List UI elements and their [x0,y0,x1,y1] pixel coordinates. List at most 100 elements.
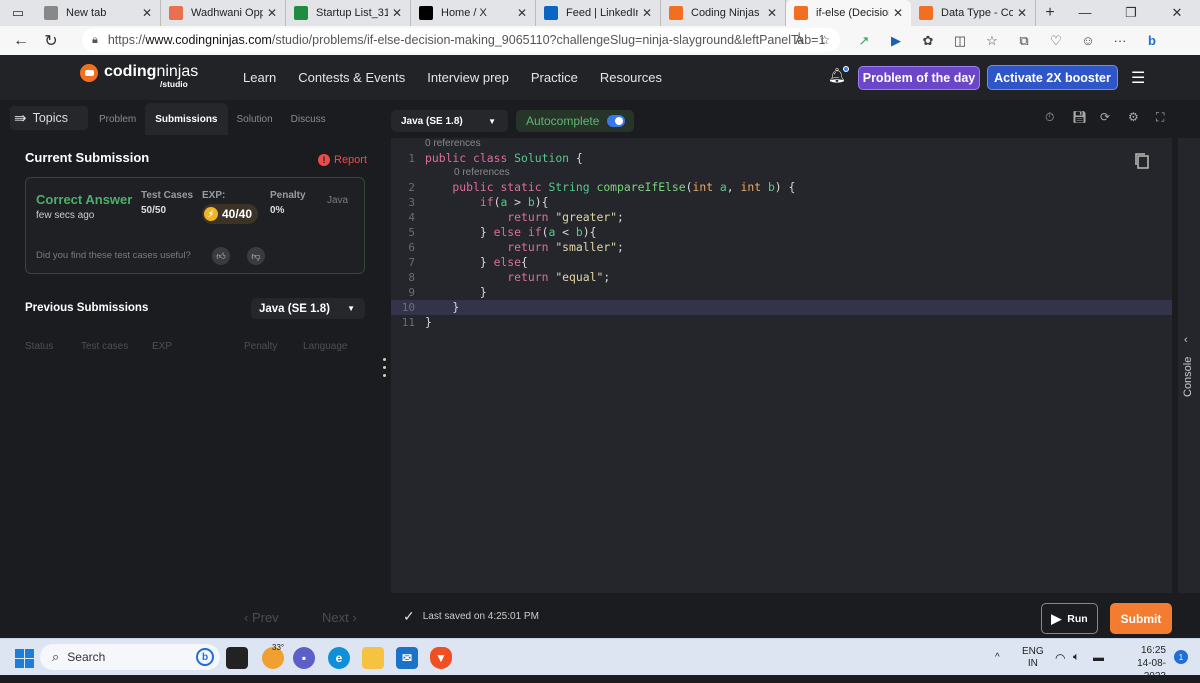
code-line[interactable]: 4 return "greater"; [391,210,1172,225]
toggle-switch[interactable] [607,115,625,127]
refresh-button[interactable]: ↻ [36,31,66,51]
run-button[interactable]: ▶ Run [1041,603,1098,634]
browser-tab[interactable]: Data Type - Codin ✕ [911,0,1036,26]
code-line[interactable]: 2 public static String compareIfElse(int… [391,180,1172,195]
timer-icon[interactable]: ⏱︎ [1045,110,1054,126]
favorites-icon[interactable]: ☆ [976,33,1008,49]
brave-browser-icon[interactable]: ▼ [430,647,452,669]
notification-bell-icon[interactable]: 🔔︎ [828,66,849,84]
close-tab-icon[interactable]: ✕ [767,6,777,20]
close-tab-icon[interactable]: ✕ [142,6,152,20]
browser-tab[interactable]: Coding Ninjas Stu ✕ [661,0,786,26]
code-lens-references[interactable]: 0 references [454,167,510,178]
panel-resize-handle[interactable] [383,358,387,382]
bing-icon[interactable]: b [196,648,214,666]
nav-link-practice[interactable]: Practice [531,70,578,85]
thumbs-up-button[interactable]: 👍︎ [212,247,230,265]
close-tab-icon[interactable]: ✕ [1017,6,1027,20]
nav-link-interview-prep[interactable]: Interview prep [427,70,509,85]
new-tab-button[interactable]: + [1036,4,1064,22]
close-tab-icon[interactable]: ✕ [517,6,527,20]
code-line[interactable]: 10 } [391,300,1172,315]
close-window-button[interactable]: ✕ [1154,0,1200,26]
minimize-button[interactable]: — [1062,0,1108,26]
volume-icon[interactable]: 🔈︎ [1073,639,1080,676]
autocomplete-toggle[interactable]: Autocomplete [516,110,634,132]
notification-badge[interactable]: 1 [1174,650,1188,664]
nav-link-resources[interactable]: Resources [600,70,662,85]
browser-tab[interactable]: Feed | LinkedIn ✕ [536,0,661,26]
code-line[interactable]: 11} [391,315,1172,330]
report-button[interactable]: ! Report [318,154,367,166]
copy-icon[interactable] [1134,152,1150,170]
editor-language-select[interactable]: Java (SE 1.8) ▼ [391,110,508,132]
code-editor[interactable]: 0 references 1 public class Solution {0 re… [391,138,1172,593]
activate-booster-button[interactable]: Activate 2X booster [987,65,1118,90]
browser-tab[interactable]: New tab ✕ [36,0,161,26]
fullscreen-icon[interactable]: ⛶ [1156,110,1164,126]
code-line[interactable]: 5 } else if(a < b){ [391,225,1172,240]
nav-link-learn[interactable]: Learn [243,70,276,85]
wifi-icon[interactable]: ◠ [1055,639,1065,676]
code-line[interactable]: 8 return "equal"; [391,270,1172,285]
tab-solution[interactable]: Solution [228,103,282,135]
prev-button[interactable]: ‹ Prev [244,610,279,625]
tab-problem[interactable]: Problem [90,103,145,135]
code-line[interactable]: 7 } else{ [391,255,1172,270]
lock-icon[interactable]: 🔒︎ [92,34,98,47]
topics-button[interactable]: ⇛ Topics [10,106,88,130]
problem-of-the-day-button[interactable]: Problem of the day [858,66,980,90]
tab-actions-icon[interactable]: ▭ [0,0,36,26]
submit-button[interactable]: Submit [1110,603,1172,634]
browser-tab[interactable]: if-else (Decision M ✕ [786,0,911,26]
chevron-left-icon[interactable]: ‹ [1184,334,1188,346]
reset-icon[interactable]: ⟳ [1100,110,1110,126]
close-tab-icon[interactable]: ✕ [267,6,277,20]
browser-essentials-icon[interactable]: ♡ [1040,33,1072,49]
input-language[interactable]: ENG IN [1022,639,1044,676]
close-tab-icon[interactable]: ✕ [392,6,402,20]
next-button[interactable]: Next › [322,610,357,625]
code-lens-references[interactable]: 0 references [425,138,481,149]
task-view-icon[interactable] [226,647,248,669]
url-input[interactable]: 🔒︎ https://www.codingninjas.com/studio/p… [82,28,840,52]
tab-submissions[interactable]: Submissions [145,103,228,135]
extensions-puzzle-icon[interactable]: ✿ [912,33,944,49]
code-line[interactable]: 3 if(a > b){ [391,195,1172,210]
console-label[interactable]: Console [1182,357,1194,397]
read-aloud-icon[interactable]: A̒ [795,33,803,47]
extension-icon[interactable]: ↗ [848,33,880,49]
play-extension-icon[interactable]: ▶ [880,33,912,49]
code-line[interactable]: 9 } [391,285,1172,300]
save-icon[interactable]: 💾︎ [1072,110,1087,126]
settings-gear-icon[interactable]: ⚙ [1128,110,1139,126]
restore-button[interactable]: ❐ [1108,0,1154,26]
thumbs-down-button[interactable]: 👎︎ [247,247,265,265]
browser-tab[interactable]: Home / X ✕ [411,0,536,26]
browser-tab[interactable]: Wadhwani Oppor ✕ [161,0,286,26]
file-explorer-icon[interactable] [362,647,384,669]
collections-icon[interactable]: ⧉ [1008,33,1040,49]
taskbar-search[interactable]: ⌕ Search b [40,644,220,670]
browser-tab[interactable]: Startup List_31 ma ✕ [286,0,411,26]
code-line[interactable]: 6 return "smaller"; [391,240,1172,255]
battery-icon[interactable]: ▬ [1093,639,1104,676]
profile-avatar[interactable]: ☺ [1072,33,1104,48]
teams-chat-icon[interactable]: ▪ [293,647,315,669]
more-menu-icon[interactable]: ··· [1104,33,1136,48]
windows-start-icon[interactable] [15,649,34,668]
system-clock[interactable]: 16:25 14-08-2023 [1116,644,1166,683]
bing-copilot-icon[interactable]: b [1136,33,1168,48]
hamburger-menu-icon[interactable]: ☰ [1131,68,1145,88]
tab-discuss[interactable]: Discuss [282,103,335,135]
edge-browser-icon[interactable]: e [328,647,350,669]
code-line[interactable]: 1 public class Solution { [391,151,1172,166]
split-screen-icon[interactable]: ◫ [944,33,976,49]
previous-language-select[interactable]: Java (SE 1.8) ▼ [251,298,365,319]
show-hidden-icons[interactable]: ^ [995,639,1000,676]
back-button[interactable]: ← [6,32,36,50]
nav-link-contests-events[interactable]: Contests & Events [298,70,405,85]
favorite-star-icon[interactable]: ☆ [819,33,830,47]
close-tab-icon[interactable]: ✕ [893,6,903,20]
mail-icon[interactable]: ✉ [396,647,418,669]
